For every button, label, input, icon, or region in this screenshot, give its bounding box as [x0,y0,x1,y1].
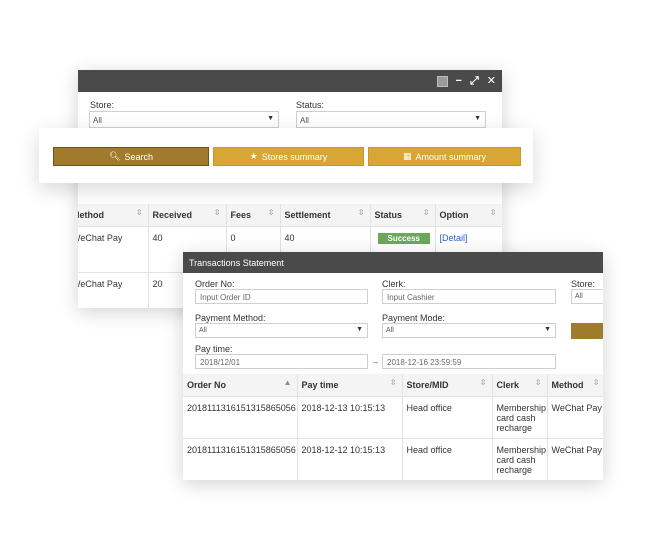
cell-store: Head office [402,396,493,439]
sort-ascending-icon[interactable]: ▲ [284,378,292,387]
stores-summary-button[interactable]: ★ Stores summary [213,147,364,166]
cell-method: WeChat Pay [547,396,603,439]
sort-icon[interactable]: ⇳ [490,208,497,217]
payment-mode-select[interactable]: All ▼ [382,323,556,338]
sort-icon[interactable]: ⇳ [480,378,487,387]
cell-method: WeChat Pay [547,438,603,480]
store-select[interactable]: All [571,289,603,304]
payment-method-value: All [199,327,207,334]
sort-icon[interactable]: ⇳ [390,378,397,387]
window-titlebar: − ⤢ ✕ [78,70,502,92]
window-square-icon[interactable] [436,75,448,87]
sort-icon[interactable]: ⇳ [593,378,600,387]
column-header[interactable]: Option ⇳ [435,204,502,227]
date-range-separator: – [373,357,379,367]
clerk-label: Clerk: [382,279,406,289]
chevron-down-icon: ▼ [544,326,551,333]
store-select[interactable]: All ▼ [89,111,279,128]
column-header[interactable]: Method⇳ [78,204,149,227]
close-icon[interactable]: ✕ [487,73,496,89]
sort-icon[interactable]: ⇳ [535,378,542,387]
search-button[interactable]: 🔍︎ Search [53,147,209,166]
status-label: Status: [296,100,325,110]
amount-summary-label: Amount summary [415,151,487,162]
column-header[interactable]: Order No ▲ [183,374,298,397]
statement-table: Order No ▲ Pay time ⇳ Store/MID ⇳ Clerk ⇳ Me… [183,374,603,480]
maximize-icon[interactable]: ⤢ [470,73,479,89]
sort-icon[interactable]: ⇳ [423,208,430,217]
payment-mode-value: All [386,327,394,334]
cell-order-no: 201811131615131586505​6 [183,438,298,480]
column-header[interactable]: Status ⇳ [370,204,436,227]
cell-store: Head office [402,438,493,480]
column-header[interactable]: Fees ⇳ [226,204,281,227]
query-button[interactable] [571,323,603,339]
store-select-value: All [93,116,102,125]
cell-method: WeChat Pay [78,272,149,308]
window-title: Transactions Statement [183,252,603,273]
transactions-statement-window: Transactions Statement Order No: Input O… [183,252,603,480]
stores-summary-label: Stores summary [261,151,328,162]
store-label: Store: [571,279,596,289]
table-header-row: Order No ▲ Pay time ⇳ Store/MID ⇳ Clerk ⇳ Me… [183,374,603,397]
table-header-row: Method⇳ Received⇳ Fees⇳ Settlement⇳ Stat… [78,204,502,227]
pay-time-label: Pay time: [195,344,233,354]
status-select[interactable]: All ▼ [296,111,486,128]
cell-pay-time: 2018-12-13 10:15:13 [297,396,403,439]
order-no-input[interactable]: Input Order ID [195,289,368,304]
table-row: 201811131615131586505​6 2018-12-12 10:15… [183,438,603,480]
sort-icon[interactable]: ⇳ [214,208,221,217]
column-header[interactable]: Store/MID ⇳ [402,374,493,397]
sort-icon[interactable]: ⇳ [136,208,143,217]
search-button-label: Search [124,151,153,162]
column-header[interactable]: Clerk ⇳ [492,374,548,397]
chevron-down-icon: ▼ [474,115,481,122]
cell-method: WeChat Pay [78,226,149,273]
calculator-icon: ▦ [402,151,412,161]
order-no-label: Order No: [195,279,235,289]
column-header[interactable]: Settlement ⇳ [280,204,371,227]
search-icon: 🔍︎ [109,151,121,161]
payment-method-label: Payment Method: [195,313,266,323]
status-badge: Success [377,232,430,244]
action-button-bar: 🔍︎ Search ★ Stores summary ▦ Amount summ… [39,128,533,183]
clerk-input[interactable]: Input Cashier [382,289,556,304]
detail-link[interactable]: [Detail] [440,233,468,243]
sort-icon[interactable]: ⇳ [268,208,275,217]
cell-pay-time: 2018-12-12 10:15:13 [297,438,403,480]
chevron-down-icon: ▼ [267,115,274,122]
column-header[interactable]: Method⇳ [547,374,603,397]
cell-clerk: Membership card cash recharge [492,396,548,439]
store-label: Store: [90,100,115,110]
column-header[interactable]: Received ⇳ [148,204,227,227]
payment-method-select[interactable]: All ▼ [195,323,368,338]
status-select-value: All [300,116,309,125]
pay-time-from-input[interactable]: 2018/12/01 [195,354,368,369]
amount-summary-button[interactable]: ▦ Amount summary [368,147,521,166]
chevron-down-icon: ▼ [356,326,363,333]
payment-mode-label: Payment Mode: [382,313,446,323]
table-row: 201811131615131586505​6 2018-12-13 10:15… [183,396,603,439]
cell-clerk: Membership card cash recharge [492,438,548,480]
sort-icon[interactable]: ⇳ [358,208,365,217]
star-icon: ★ [249,151,258,161]
cell-order-no: 201811131615131586505​6 [183,396,298,439]
pay-time-to-input[interactable]: 2018-12-16 23:59:59 [382,354,556,369]
minimize-icon[interactable]: − [456,73,462,89]
column-header[interactable]: Pay time ⇳ [297,374,403,397]
